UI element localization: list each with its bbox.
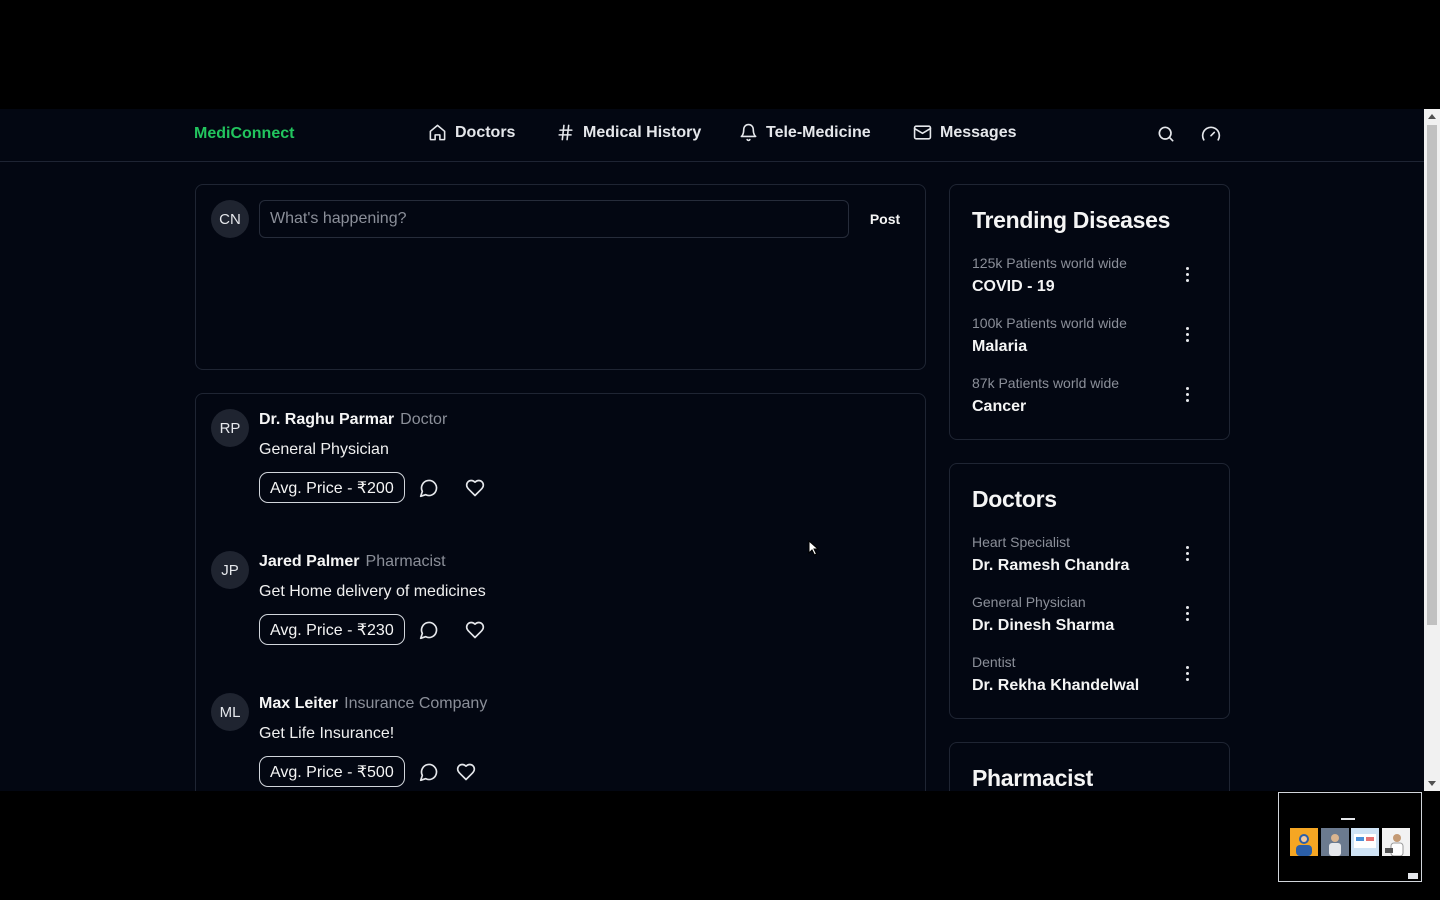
pharmacist-card: Pharmacist — [949, 742, 1230, 791]
feed-post: JP Jared Palmer Pharmacist Get Home deliv… — [196, 536, 925, 678]
more-options-icon[interactable] — [1178, 602, 1196, 624]
nav-link-medical-history[interactable]: Medical History — [556, 123, 701, 142]
doctor-name: Dr. Ramesh Chandra — [972, 557, 1130, 574]
page-scrollbar[interactable] — [1424, 109, 1440, 791]
feed-card: RP Dr. Raghu Parmar Doctor General Physic… — [195, 393, 926, 791]
more-options-icon[interactable] — [1178, 263, 1196, 285]
trending-item-name: Malaria — [972, 338, 1028, 355]
avatar: CN — [211, 200, 249, 238]
nav-link-tele-medicine[interactable]: Tele-Medicine — [739, 123, 871, 142]
trending-item[interactable]: 100k Patients world wide Malaria — [972, 315, 1212, 365]
hash-icon — [558, 124, 573, 141]
post-author-name: Dr. Raghu Parmar — [259, 411, 395, 428]
card-title: Pharmacist — [972, 765, 1094, 791]
app-viewport: MediConnect Doctors Medical History Tele… — [0, 109, 1424, 791]
doctor-name: Dr. Rekha Khandelwal — [972, 677, 1140, 694]
scroll-up-icon[interactable] — [1428, 114, 1436, 119]
doctor-photo-thumbnail — [1321, 828, 1349, 856]
doctor-specialty: Heart Specialist — [972, 534, 1071, 550]
mouse-cursor-icon — [808, 540, 820, 556]
trending-item[interactable]: 87k Patients world wide Cancer — [972, 375, 1212, 425]
trending-item-count: 87k Patients world wide — [972, 375, 1120, 391]
more-options-icon[interactable] — [1178, 323, 1196, 345]
nav-link-label: Doctors — [455, 123, 516, 141]
post-button[interactable]: Post — [859, 200, 911, 238]
comment-icon — [419, 479, 438, 498]
price-badge[interactable]: Avg. Price - ₹230 — [259, 614, 405, 645]
avatar: ML — [211, 693, 249, 731]
search-icon — [1158, 126, 1174, 142]
doctor-name: Dr. Dinesh Sharma — [972, 617, 1115, 634]
avatar: JP — [211, 551, 249, 589]
more-options-icon[interactable] — [1178, 542, 1196, 564]
doctor-specialty: Dentist — [972, 654, 1016, 670]
feed-post: RP Dr. Raghu Parmar Doctor General Physic… — [196, 394, 925, 536]
more-options-icon[interactable] — [1178, 662, 1196, 684]
post-author[interactable]: Dr. Raghu Parmar Doctor — [259, 411, 447, 429]
post-author[interactable]: Max Leiter Insurance Company — [259, 695, 487, 713]
nav-link-label: Tele-Medicine — [766, 123, 871, 141]
trending-item-name: Cancer — [972, 398, 1027, 415]
feed-post: ML Max Leiter Insurance Company Get Life … — [196, 678, 925, 791]
preview-thumbnail[interactable] — [1278, 792, 1422, 882]
doctor-item[interactable]: Dentist Dr. Rekha Khandelwal — [972, 654, 1212, 704]
trending-item-count: 125k Patients world wide — [972, 255, 1127, 271]
scrollbar-thumb[interactable] — [1427, 125, 1437, 625]
comment-icon — [419, 763, 438, 782]
brand-logo[interactable]: MediConnect — [194, 125, 294, 143]
doctor-photo-thumbnail — [1382, 828, 1410, 857]
post-author-name: Max Leiter — [259, 695, 339, 712]
post-author-role: Insurance Company — [344, 695, 488, 712]
post-author[interactable]: Jared Palmer Pharmacist — [259, 553, 446, 571]
post-text: General Physician — [259, 441, 389, 458]
scroll-down-icon[interactable] — [1428, 781, 1436, 786]
card-title: Trending Diseases — [972, 207, 1171, 233]
comment-button[interactable] — [419, 478, 439, 498]
post-author-role: Pharmacist — [365, 553, 446, 570]
trending-diseases-card: Trending Diseases 125k Patients world wi… — [949, 184, 1230, 440]
home-icon — [429, 124, 446, 141]
compose-input[interactable] — [259, 200, 849, 238]
dashboard-button[interactable] — [1201, 124, 1223, 146]
post-text: Get Life Insurance! — [259, 725, 395, 742]
post-text: Get Home delivery of medicines — [259, 583, 486, 600]
comment-button[interactable] — [419, 762, 439, 782]
doctor-item[interactable]: General Physician Dr. Dinesh Sharma — [972, 594, 1212, 644]
more-options-icon[interactable] — [1178, 383, 1196, 405]
like-button[interactable] — [456, 762, 476, 782]
heart-icon — [456, 763, 476, 781]
doctor-photo-thumbnail — [1290, 828, 1318, 856]
gauge-icon — [1201, 126, 1221, 141]
compose-card: CN Post — [195, 184, 926, 370]
thumbnail-caption-line — [1341, 818, 1355, 820]
doctor-item[interactable]: Heart Specialist Dr. Ramesh Chandra — [972, 534, 1212, 584]
nav-link-messages[interactable]: Messages — [913, 123, 1017, 142]
card-title: Doctors — [972, 486, 1057, 512]
post-author-name: Jared Palmer — [259, 553, 360, 570]
heart-icon — [465, 479, 485, 497]
price-badge[interactable]: Avg. Price - ₹500 — [259, 756, 405, 787]
post-author-role: Doctor — [400, 411, 448, 428]
mail-icon — [913, 125, 932, 140]
comment-button[interactable] — [419, 620, 439, 640]
comment-icon — [419, 621, 438, 640]
doctors-card: Doctors Heart Specialist Dr. Ramesh Chan… — [949, 463, 1230, 719]
avatar: RP — [211, 409, 249, 447]
nav-link-label: Medical History — [583, 123, 702, 141]
nav-link-label: Messages — [940, 123, 1017, 141]
trending-item-name: COVID - 19 — [972, 278, 1055, 295]
like-button[interactable] — [465, 478, 485, 498]
bell-icon — [740, 123, 757, 142]
clinic-photo-thumbnail — [1351, 828, 1379, 856]
doctor-specialty: General Physician — [972, 594, 1086, 610]
like-button[interactable] — [465, 620, 485, 640]
thumbnail-corner-marker — [1408, 873, 1418, 879]
trending-item[interactable]: 125k Patients world wide COVID - 19 — [972, 255, 1212, 305]
search-button[interactable] — [1156, 124, 1178, 146]
nav-link-doctors[interactable]: Doctors — [428, 123, 515, 142]
heart-icon — [465, 621, 485, 639]
price-badge[interactable]: Avg. Price - ₹200 — [259, 472, 405, 503]
trending-item-count: 100k Patients world wide — [972, 315, 1127, 331]
top-navbar: MediConnect Doctors Medical History Tele… — [0, 109, 1424, 162]
